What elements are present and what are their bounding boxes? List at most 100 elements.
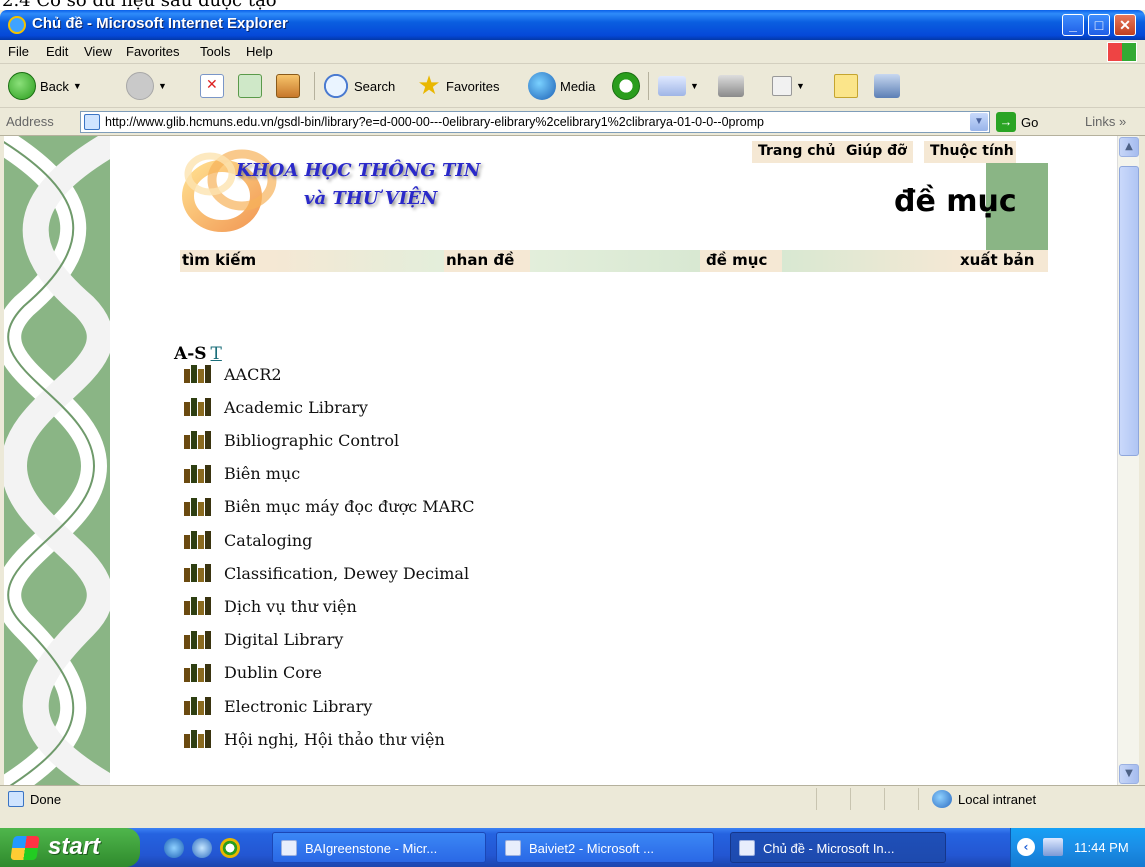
bookshelf-icon[interactable] (184, 398, 216, 417)
chevron-down-icon[interactable]: ▼ (158, 81, 167, 91)
bookshelf-icon[interactable] (184, 597, 216, 616)
subject-list-item[interactable]: Classification, Dewey Decimal (184, 561, 469, 585)
subject-label: Electronic Library (224, 696, 373, 716)
page-viewport: Trang chủ Giúp đỡ Thuộc tính KHOA HỌC TH… (4, 136, 1117, 785)
links-toolbar[interactable]: Links » (1085, 114, 1126, 129)
close-button[interactable]: ✕ (1114, 14, 1136, 36)
bookshelf-icon[interactable] (184, 663, 216, 682)
edit-button[interactable]: ▼ (772, 70, 805, 102)
page-icon (8, 791, 24, 807)
messenger-button[interactable] (874, 70, 900, 102)
vertical-scrollbar[interactable]: ▲ ▼ (1117, 136, 1139, 785)
menu-favorites[interactable]: Favorites (126, 44, 179, 59)
print-button[interactable] (718, 70, 744, 102)
favorites-button[interactable]: ★ Favorites (416, 70, 499, 102)
address-url[interactable]: http://www.glib.hcmuns.edu.vn/gsdl-bin/l… (105, 115, 965, 129)
quicklaunch-media-icon[interactable] (220, 838, 240, 858)
scroll-up-button[interactable]: ▲ (1119, 137, 1139, 157)
taskbar-button-2[interactable]: Baiviet2 - Microsoft ... (496, 832, 714, 863)
menu-help[interactable]: Help (246, 44, 273, 59)
windows-flag-icon (10, 836, 40, 860)
clock[interactable]: 11:44 PM (1074, 840, 1129, 855)
bookshelf-icon[interactable] (184, 730, 216, 749)
subject-list-item[interactable]: Digital Library (184, 628, 343, 652)
search-button[interactable]: Search (322, 70, 395, 102)
go-button[interactable]: → Go (996, 112, 1038, 132)
chevron-down-icon[interactable]: ▼ (796, 81, 805, 91)
scroll-thumb[interactable] (1119, 166, 1139, 456)
subject-list-item[interactable]: Bibliographic Control (184, 428, 399, 452)
decorative-braid (4, 136, 110, 785)
bookshelf-icon[interactable] (184, 630, 216, 649)
start-button[interactable]: start (0, 828, 140, 867)
taskbar-button-1[interactable]: BAIgreenstone - Micr... (272, 832, 486, 863)
mail-button[interactable]: ▼ (658, 70, 699, 102)
bookshelf-icon[interactable] (184, 497, 216, 516)
chevron-down-icon[interactable]: ▼ (690, 81, 699, 91)
stop-button[interactable] (200, 70, 224, 102)
subject-list-item[interactable]: Electronic Library (184, 694, 372, 718)
status-bar: Done Local intranet (0, 785, 1145, 813)
home-button[interactable] (276, 70, 300, 102)
subject-label: Dublin Core (224, 663, 322, 683)
nav-home-link[interactable]: Trang chủ (752, 141, 842, 163)
menu-edit[interactable]: Edit (46, 44, 68, 59)
show-hidden-icons-button[interactable]: ‹ (1017, 838, 1035, 856)
browser-window: Chủ đề - Microsoft Internet Explorer _ □… (0, 10, 1145, 828)
alpha-link-t[interactable]: T (211, 344, 222, 364)
title-bar[interactable]: Chủ đề - Microsoft Internet Explorer _ □… (0, 10, 1145, 40)
subject-list-item[interactable]: Academic Library (184, 395, 368, 419)
tab-search[interactable]: tìm kiếm (182, 251, 256, 269)
subject-label: Bibliographic Control (224, 430, 400, 450)
address-input[interactable]: http://www.glib.hcmuns.edu.vn/gsdl-bin/l… (80, 111, 990, 133)
status-divider (918, 788, 919, 810)
subject-list-item[interactable]: Cataloging (184, 528, 312, 552)
status-text: Done (30, 792, 62, 807)
taskbar-button-3[interactable]: Chủ đề - Microsoft In... (730, 832, 946, 863)
subject-list-item[interactable]: Dịch vụ thư viện (184, 594, 357, 618)
history-icon (612, 72, 640, 100)
word-document-icon (505, 840, 521, 856)
menu-file[interactable]: File (8, 44, 29, 59)
history-button[interactable] (612, 70, 640, 102)
bookshelf-icon[interactable] (184, 564, 216, 583)
tab-titles[interactable]: nhan đề (446, 251, 514, 269)
tab-publishers[interactable]: xuất bản (960, 251, 1034, 269)
media-button[interactable]: Media (528, 70, 595, 102)
subject-list-item[interactable]: Dublin Core (184, 661, 322, 685)
maximize-button[interactable]: □ (1088, 14, 1110, 36)
address-dropdown-button[interactable]: ▼ (970, 113, 988, 131)
bookshelf-icon[interactable] (184, 431, 216, 450)
chevron-down-icon[interactable]: ▼ (73, 81, 82, 91)
bookshelf-icon[interactable] (184, 531, 216, 549)
menu-view[interactable]: View (84, 44, 112, 59)
internet-explorer-icon (8, 16, 26, 34)
quicklaunch-ie-icon[interactable] (164, 838, 184, 858)
subject-list-item[interactable]: Biên mục (184, 462, 300, 486)
bookshelf-icon[interactable] (184, 464, 216, 483)
nav-help-link[interactable]: Giúp đỡ (840, 141, 913, 163)
menu-tools[interactable]: Tools (200, 44, 230, 59)
standard-toolbar: Back ▼ ▼ Search ★ Favorites Media ▼ (0, 64, 1145, 108)
media-label: Media (560, 78, 596, 94)
braid-pattern (4, 136, 110, 785)
back-button[interactable]: Back ▼ (8, 70, 82, 102)
mail-icon (658, 76, 686, 96)
tab-subjects[interactable]: đề mục (706, 251, 767, 269)
bookshelf-icon[interactable] (184, 697, 216, 715)
refresh-button[interactable] (238, 70, 262, 102)
task-label: Baiviet2 - Microsoft ... (529, 841, 654, 856)
forward-button[interactable]: ▼ (126, 70, 167, 102)
quicklaunch-outlook-icon[interactable] (192, 838, 212, 858)
network-icon[interactable] (1043, 838, 1063, 856)
links-label: Links (1085, 114, 1116, 129)
scroll-down-button[interactable]: ▼ (1119, 764, 1139, 784)
word-document-icon (281, 840, 297, 856)
subject-list-item[interactable]: Hội nghị, Hội thảo thư viện (184, 727, 445, 751)
subject-list-item[interactable]: Biên mục máy đọc được MARC (184, 495, 474, 519)
subject-list-item[interactable]: AACR2 (184, 362, 282, 386)
bookshelf-icon[interactable] (184, 365, 216, 383)
nav-preferences-link[interactable]: Thuộc tính (924, 141, 1016, 163)
discuss-button[interactable] (834, 70, 858, 102)
minimize-button[interactable]: _ (1062, 14, 1084, 36)
